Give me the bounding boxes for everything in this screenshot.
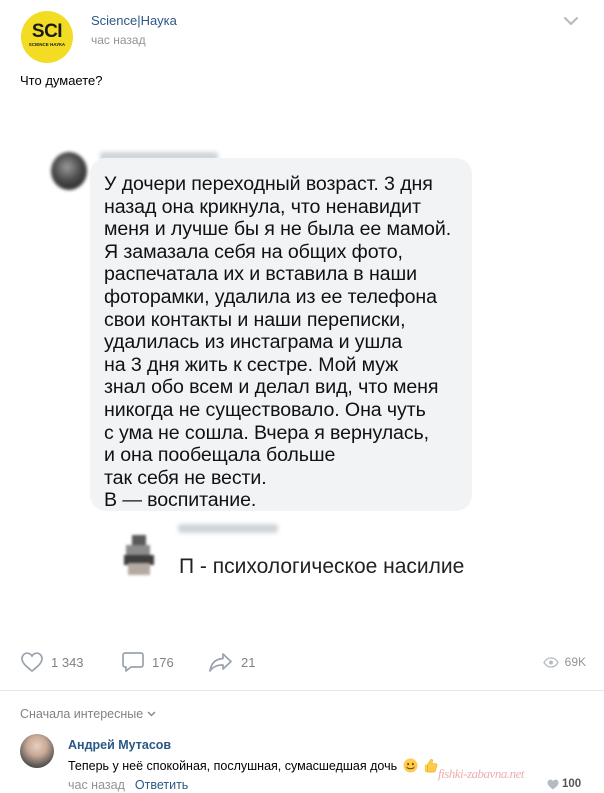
comment-icon (122, 652, 144, 672)
message-line: распечатала их и вставила в наши (104, 263, 417, 286)
comment-author-link[interactable]: Андрей Мутасов (68, 738, 171, 752)
divider (0, 690, 604, 691)
reply-text: П - психологическое насилие (179, 555, 465, 578)
comment-like-button[interactable]: 100 (547, 778, 581, 790)
comment-text: Теперь у неё спокойная, послушная, сумас… (68, 758, 438, 773)
chevron-down-icon (147, 711, 156, 717)
chevron-down-icon[interactable] (562, 14, 580, 28)
post-actions: 1 343 176 21 69K (0, 646, 604, 678)
message-line: свои контакты и наши переписки, (104, 308, 406, 331)
blurred-reply-name (178, 524, 278, 533)
heart-icon (21, 652, 43, 673)
message-line: фоторамки, удалила из ее телефона (104, 286, 437, 308)
message-line: У дочери переходный возраст. 3 дня (104, 173, 433, 195)
community-avatar[interactable]: SCI SCIENCE НАУКА (21, 11, 73, 63)
share-icon (209, 653, 232, 672)
message-line: знал обо всем и делал вид, что меня (104, 376, 439, 399)
comment-like-count: 100 (562, 778, 582, 790)
message-line: удалилась из инстаграма и ушла (104, 331, 403, 354)
message-line: меня и лучше бы я не была ее мамой. (104, 218, 452, 241)
comments-sort-toggle[interactable]: Сначала интересные (20, 707, 156, 721)
smiling-face-emoji-icon (403, 758, 418, 773)
sort-label: Сначала интересные (20, 707, 144, 721)
share-button[interactable]: 21 (208, 646, 255, 678)
post-text: Что думаете? (20, 73, 103, 88)
commenter-avatar[interactable] (20, 734, 54, 768)
like-count: 1 343 (51, 654, 84, 670)
community-name-link[interactable]: Science|Наука (91, 13, 177, 28)
eye-icon (542, 656, 559, 668)
comment-button[interactable]: 176 (121, 646, 174, 678)
message-line: назад она крикнула, что ненавидит (104, 195, 421, 218)
reply-button[interactable]: Ответить (135, 778, 188, 792)
pixelated-avatar (124, 535, 156, 575)
message-line: никогда не существовало. Она чуть (104, 399, 426, 421)
message-line: Я замазала себя на общих фото, (104, 240, 403, 263)
logo-text: SCI (31, 21, 63, 42)
post-time[interactable]: час назад (91, 33, 146, 47)
message-line: с ума не сошла. Вчера я вернулась, (104, 421, 430, 444)
message-line: и она пообещала больше (104, 444, 336, 467)
views-count: 69K (564, 655, 586, 669)
views-counter: 69K (542, 646, 586, 678)
message-line: так себя не вести. (104, 466, 267, 489)
comment-count: 176 (152, 654, 174, 670)
message-line: на 3 дня жить к сестре. Мой муж (104, 353, 399, 376)
comment-meta: час назад Ответить (68, 778, 188, 792)
heart-icon (547, 779, 559, 789)
like-button[interactable]: 1 343 (20, 646, 84, 678)
thumbs-up-emoji-icon (424, 759, 438, 773)
post-header: SCI SCIENCE НАУКА Science|Наука час наза… (0, 0, 604, 63)
share-count: 21 (241, 654, 256, 670)
comment-time[interactable]: час назад (68, 778, 125, 792)
comment-body: Теперь у неё спокойная, послушная, сумас… (68, 759, 398, 773)
blurred-avatar (51, 152, 87, 190)
message-line: В — воспитание. (104, 489, 257, 512)
watermark: fishki-zabavna.net (438, 766, 524, 781)
logo-subtext: SCIENCE НАУКА (28, 42, 66, 47)
post-image[interactable]: У дочери переходный возраст. 3 дня назад … (20, 100, 584, 630)
